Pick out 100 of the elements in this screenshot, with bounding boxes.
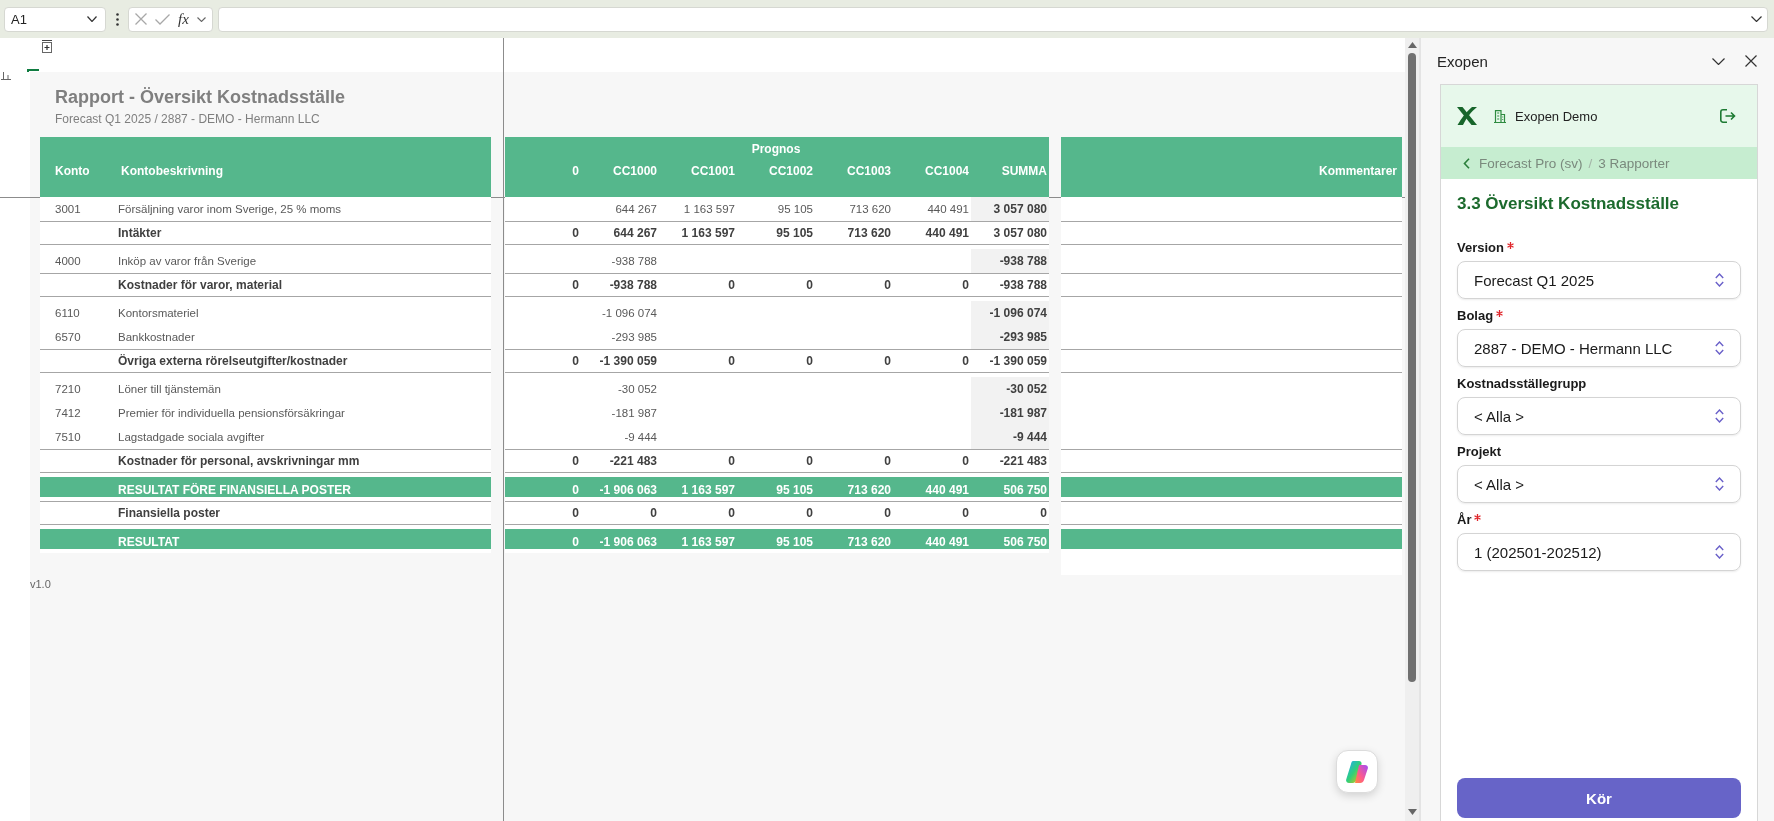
table-cell-text: 0 [727, 277, 736, 294]
table-cell-text: 713 620 [848, 202, 892, 217]
field-label: Bolag [1457, 307, 1494, 324]
table-cell-text: RESULTAT [117, 535, 181, 549]
up-triangle-icon[interactable] [1407, 42, 1417, 48]
table-cell-text: Kostnader för personal, avskrivningar mm [117, 453, 361, 470]
table-cell-text: Kostnader för varor, material [117, 277, 284, 294]
column-header: Konto [54, 163, 91, 180]
logout-icon[interactable] [1720, 109, 1736, 123]
updown-chevron-icon [1715, 273, 1724, 287]
table-cell-text: 7412 [54, 406, 82, 421]
table-cell-text: 644 267 [614, 202, 658, 217]
report-title: Rapport - Översikt Kostnadsställe [55, 86, 346, 109]
field-label: Kostnadsställegrupp [1457, 375, 1587, 392]
updown-chevron-icon [1715, 341, 1724, 355]
formula-input[interactable] [218, 6, 1768, 32]
workspace-name: Exopen Demo [1515, 108, 1598, 124]
table-cell-text: 3 057 080 [992, 225, 1048, 242]
back-chevron-icon[interactable] [1463, 157, 1470, 169]
table-cell-text: 0 [883, 353, 892, 370]
select-field[interactable]: < Alla > [1457, 397, 1741, 435]
report-subtitle: Forecast Q1 2025 / 2887 - DEMO - Hermann LLC [55, 111, 320, 127]
table-cell-text: 1 163 597 [682, 202, 736, 217]
column-header: CC1001 [689, 163, 736, 179]
table-cell-text: 713 620 [846, 225, 892, 242]
table-cell-text: -181 987 [610, 406, 658, 421]
table-cell-text: 0 [727, 353, 736, 370]
table-cell-text: 0 [883, 277, 892, 294]
table-cell-text: 0 [727, 505, 736, 522]
table-cell-text: 1 163 597 [680, 483, 736, 497]
field-label: År [1457, 511, 1472, 528]
table-cell-text: 0 [883, 505, 892, 522]
down-triangle-icon[interactable] [1407, 809, 1417, 815]
table-cell-text: -938 788 [610, 254, 658, 269]
table-cell-text: 95 105 [775, 483, 814, 497]
table-cell-text: 6110 [54, 306, 81, 321]
table-cell-text: Löner till tjänstemän [117, 382, 222, 397]
run-button[interactable]: Kör [1457, 778, 1741, 818]
table-cell: -293 985 [971, 325, 1049, 349]
table-cell-text: 7210 [54, 382, 82, 397]
column-header: CC1003 [845, 163, 892, 179]
table-cell-text: 0 [805, 453, 814, 470]
table-cell-text: 0 [571, 483, 580, 497]
table-cell-text: 0 [961, 453, 970, 470]
table-cell-text: -221 483 [608, 453, 658, 470]
table-cell-text: 644 267 [612, 225, 658, 242]
field-label: Version [1457, 239, 1504, 256]
table-cell: -181 987 [971, 401, 1049, 425]
close-icon[interactable] [1745, 55, 1757, 67]
table-cell-text: -1 906 063 [598, 535, 658, 549]
table-cell-text: Bankkostnader [117, 330, 196, 345]
expand-plus-icon[interactable] [42, 40, 52, 53]
corner-marker-icon [27, 69, 39, 72]
table-cell-text: 7510 [54, 430, 82, 445]
chevron-down-icon[interactable] [196, 16, 206, 22]
version-label: v1.0 [30, 577, 51, 591]
check-icon[interactable] [155, 13, 170, 25]
table-cell-text: 0 [805, 353, 814, 370]
updown-chevron-icon [1715, 477, 1724, 491]
pane-title: Exopen [1437, 52, 1488, 70]
column-header: CC1000 [611, 163, 658, 179]
chevron-down-icon[interactable] [87, 16, 97, 22]
updown-chevron-icon [1715, 409, 1724, 423]
updown-chevron-icon [1715, 545, 1724, 559]
table-cell: 3 057 080 [971, 197, 1049, 221]
table-cell: -1 096 074 [971, 301, 1049, 325]
select-field[interactable]: < Alla > [1457, 465, 1741, 503]
chevron-down-icon[interactable] [1712, 57, 1725, 65]
table-cell: -9 444 [971, 425, 1049, 449]
assistant-button[interactable] [1336, 750, 1378, 793]
table-cell-text: 440 491 [926, 202, 970, 217]
table-cell-text: -1 906 063 [598, 483, 658, 497]
column-header: Kommentarer [1318, 163, 1397, 179]
table-cell-text: 713 620 [846, 535, 892, 549]
select-field[interactable]: Forecast Q1 2025 [1457, 261, 1741, 299]
table-cell-text: 1 163 597 [680, 535, 736, 549]
table-cell-text: 0 [961, 353, 970, 370]
scrollbar-thumb[interactable] [1408, 53, 1416, 682]
report-title: 3.3 Översikt Kostnadsställe [1457, 193, 1681, 215]
outline-level-icon[interactable] [1, 72, 11, 80]
select-field[interactable]: 2887 - DEMO - Hermann LLC [1457, 329, 1741, 367]
table-cell-text: -1 390 059 [988, 353, 1048, 370]
table-cell: -30 052 [971, 377, 1049, 401]
column-header: 0 [571, 163, 580, 179]
select-field[interactable]: 1 (202501-202512) [1457, 533, 1741, 571]
table-cell-text: 713 620 [846, 483, 892, 497]
name-box[interactable]: A1 [4, 6, 106, 32]
column-header: CC1002 [767, 163, 814, 179]
column-header: Kontobeskrivning [120, 163, 223, 180]
insert-function-button[interactable]: fx [178, 11, 189, 27]
table-cell-text: 0 [571, 505, 580, 522]
table-cell-text: -9 444 [623, 430, 658, 445]
table-cell-text: 0 [571, 535, 580, 549]
expand-chevron-icon[interactable] [1751, 16, 1762, 22]
table-cell-text: 0 [961, 277, 970, 294]
table-cell-text: -938 788 [608, 277, 658, 294]
table-cell-text: 4000 [54, 254, 82, 269]
table-cell-text: Intäkter [117, 225, 163, 242]
more-icon[interactable] [116, 12, 119, 26]
table-cell-text: 506 750 [1002, 535, 1048, 549]
